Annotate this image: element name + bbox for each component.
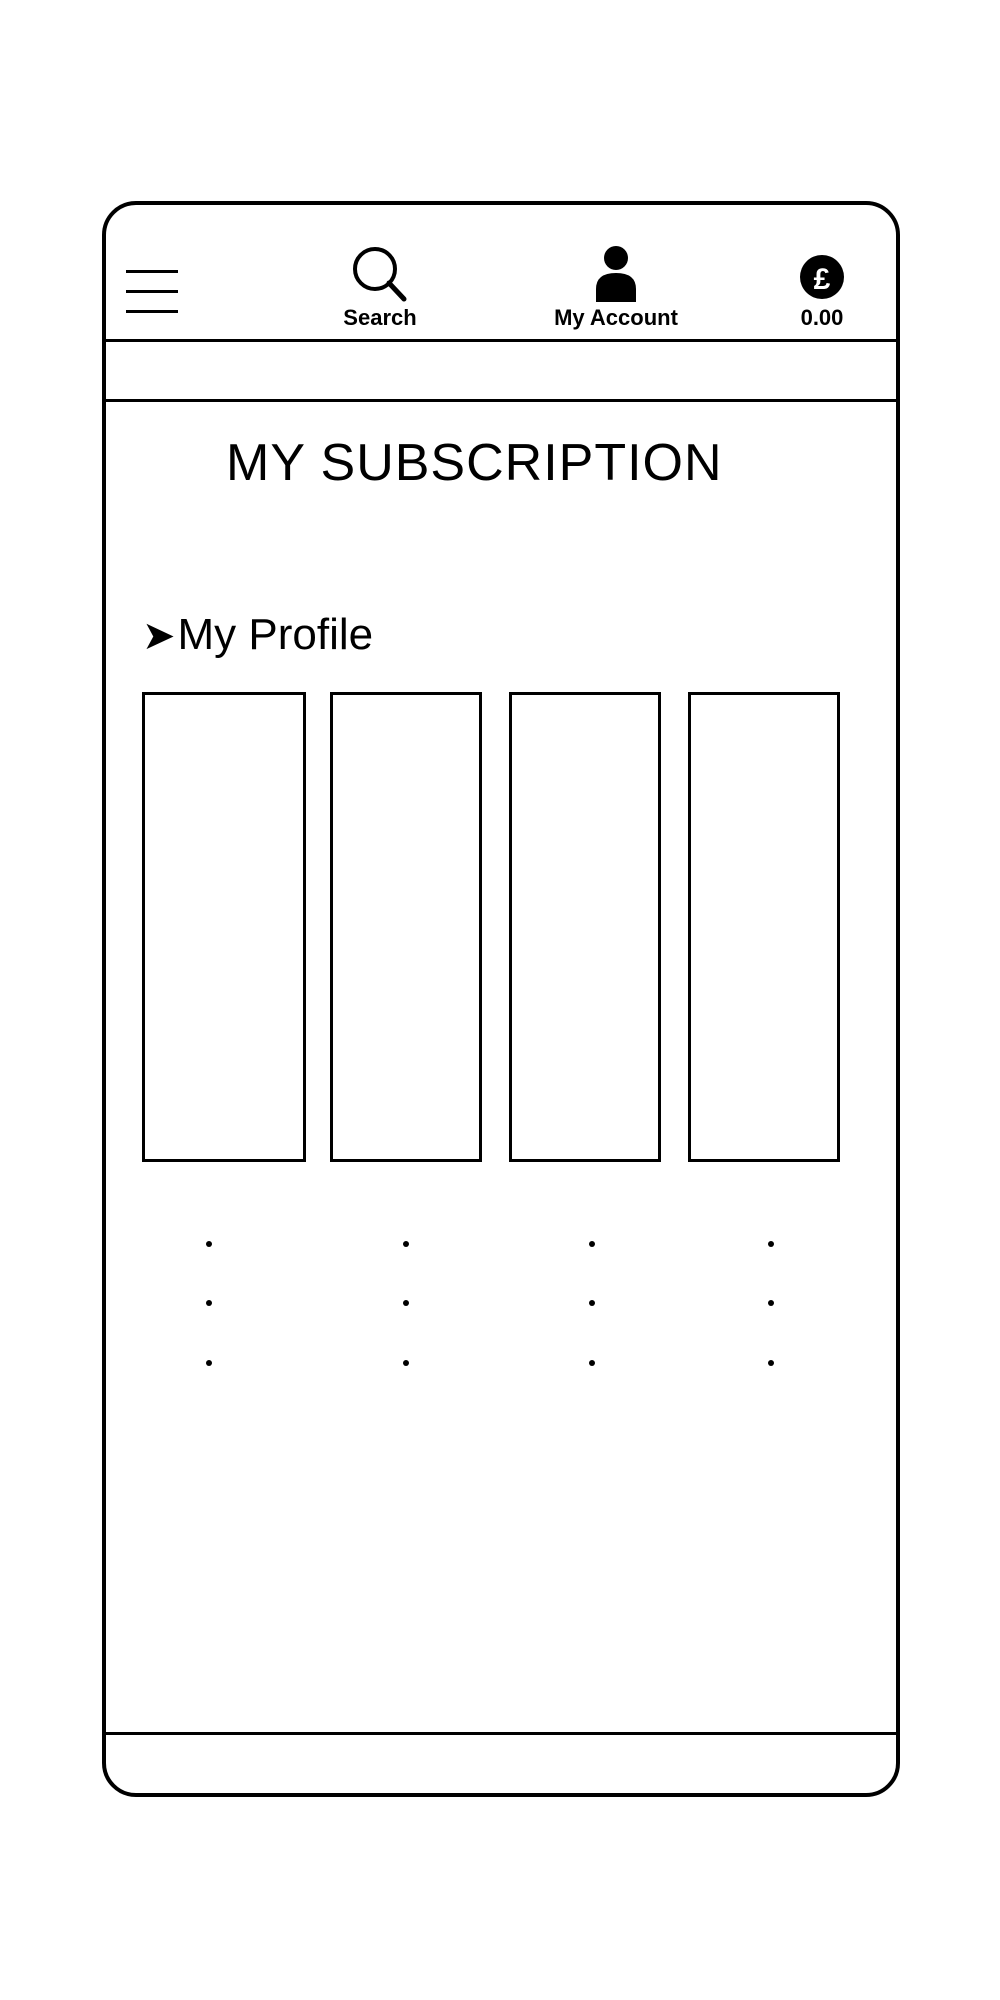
basket-total-button[interactable]: £ 0.00 [787, 245, 857, 331]
phone-frame: Search My Account £ 0.00 MY SUBSCRIPTION [102, 201, 900, 1797]
header-divider [106, 339, 896, 342]
search-icon [353, 247, 407, 302]
subscription-card-2[interactable] [330, 692, 482, 1162]
subheader-divider [106, 399, 896, 402]
basket-total-label: 0.00 [800, 305, 844, 330]
card-4-more-indicator [766, 1241, 776, 1371]
top-nav-bar: Search My Account £ 0.00 [106, 205, 896, 339]
person-icon [596, 246, 636, 302]
card-1-more-indicator [204, 1241, 214, 1371]
card-2-more-indicator [401, 1241, 411, 1371]
my-account-label: My Account [554, 305, 678, 330]
hamburger-menu-icon[interactable] [126, 270, 178, 314]
my-profile-label: My Profile [177, 610, 374, 659]
subscription-card-4[interactable] [688, 692, 840, 1162]
card-3-more-indicator [587, 1241, 597, 1371]
my-profile-link[interactable]: ➤My Profile [142, 610, 373, 660]
subscription-card-3[interactable] [509, 692, 661, 1162]
page-title: MY SUBSCRIPTION [226, 434, 723, 492]
subscription-card-1[interactable] [142, 692, 306, 1162]
svg-text:£: £ [814, 263, 831, 296]
my-account-button[interactable]: My Account [546, 245, 686, 331]
arrow-right-icon: ➤ [142, 614, 176, 658]
canvas: Search My Account £ 0.00 MY SUBSCRIPTION [0, 0, 1000, 2000]
footer-divider [106, 1732, 896, 1735]
pound-coin-icon: £ [800, 255, 844, 299]
search-button[interactable]: Search [332, 245, 428, 331]
search-label: Search [343, 305, 417, 330]
